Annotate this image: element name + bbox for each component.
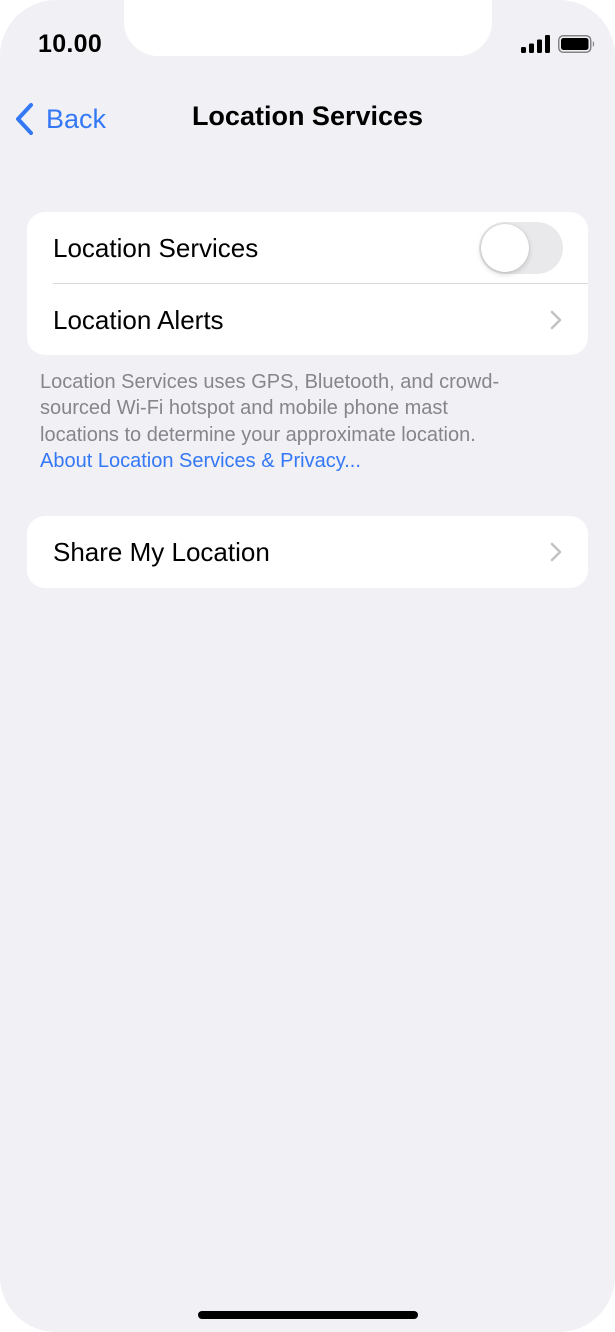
row-location-alerts[interactable]: Location Alerts	[27, 284, 588, 355]
chevron-right-icon	[550, 310, 562, 330]
location-services-description: Location Services uses GPS, Bluetooth, a…	[40, 369, 570, 474]
home-indicator[interactable]	[198, 1311, 418, 1319]
cellular-signal-icon	[521, 35, 550, 53]
about-location-privacy-link[interactable]: About Location Services & Privacy...	[40, 450, 361, 472]
share-location-group: Share My Location	[27, 516, 588, 588]
description-line: locations to determine your approximate …	[40, 423, 476, 446]
row-label-location-services: Location Services	[53, 233, 259, 263]
location-settings-group: Location Services Location Alerts	[27, 212, 588, 355]
notch	[124, 0, 492, 56]
battery-full-icon	[558, 35, 595, 53]
description-line: sourced Wi-Fi hotspot and mobile phone m…	[40, 397, 448, 420]
description-line: Location Services uses GPS, Bluetooth, a…	[40, 371, 500, 393]
location-services-toggle[interactable]	[479, 222, 563, 274]
row-share-my-location[interactable]: Share My Location	[27, 516, 588, 588]
row-location-services: Location Services	[27, 212, 588, 284]
toggle-knob	[481, 224, 529, 272]
row-label-share-my-location: Share My Location	[53, 537, 270, 567]
row-label-location-alerts: Location Alerts	[53, 305, 224, 335]
phone-screen: 10.00 Back Location Services Location Se…	[0, 0, 615, 1332]
status-time: 10.00	[38, 30, 103, 58]
chevron-right-icon	[550, 542, 562, 562]
page-title: Location Services	[191, 101, 424, 131]
